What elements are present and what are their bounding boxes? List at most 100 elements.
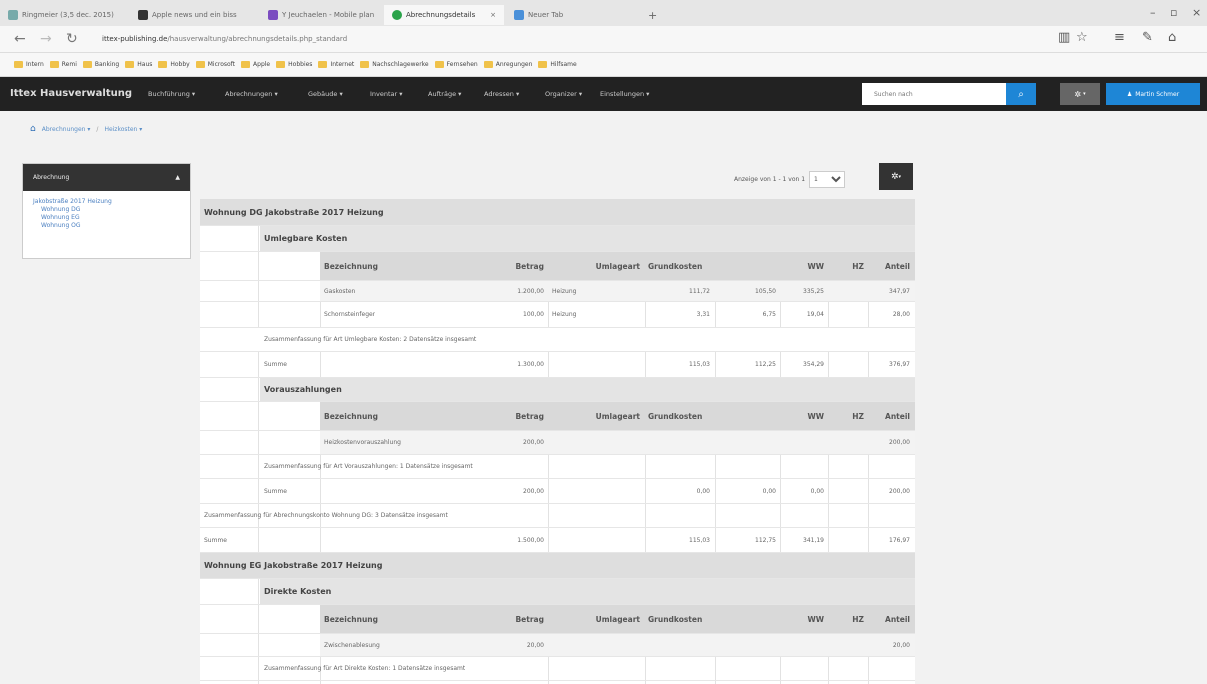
favorite-item[interactable]: Hobbies [276,61,312,68]
col-header[interactable]: HZ [832,252,864,280]
browser-tab[interactable]: Apple news und ein biss [130,5,258,25]
folder-icon [538,61,548,68]
menu-einstellungen[interactable]: Einstellungen ▾ [600,90,649,98]
menu-gebaeude[interactable]: Gebäude ▾ [308,90,343,98]
col-header[interactable]: Anteil [870,605,910,633]
favorite-item[interactable]: Intern [14,61,44,68]
sum-betrag: 1.300,00 [517,361,544,368]
col-header[interactable]: Grundkosten [648,605,702,633]
billing-panel: Abrechnung ▲ Jakobstraße 2017 Heizung Wo… [22,163,191,259]
url-field[interactable]: ittex-publishing.de/hausverwaltung/abrec… [102,31,762,47]
favorite-item[interactable]: Microsoft [195,61,235,68]
browser-tab[interactable]: Ringmeier (3,5 dec. 2015) [0,5,128,25]
folder-icon [195,61,205,68]
favorite-item[interactable]: Nachschlagewerke [360,61,429,68]
panel-link[interactable]: Wohnung EG [33,214,180,222]
table-row[interactable]: Zwischenablesung 20,00 20,00 [200,634,915,657]
favorite-star-icon[interactable]: ☆ [1076,30,1088,45]
menu-auftraege[interactable]: Aufträge ▾ [428,90,461,98]
summary-text: Zusammenfassung für Art Umlegbare Kosten… [264,328,915,351]
col-header[interactable]: Anteil [870,252,910,280]
browser-tab[interactable]: Y Jeuchaelen - Mobile plan [260,5,382,25]
menu-buchfuehrung[interactable]: Buchführung ▾ [148,90,195,98]
menu-adressen[interactable]: Adressen ▾ [484,90,519,98]
collapse-icon[interactable]: ▲ [175,174,180,181]
favorite-item[interactable]: Anregungen [483,61,533,68]
browser-tab[interactable]: Neuer Tab [506,5,636,25]
favorite-item[interactable]: Hobby [158,61,190,68]
col-header[interactable]: HZ [832,402,864,430]
chevron-down-icon: ▾ [898,173,902,180]
section-row: Vorauszahlungen [200,378,915,402]
col-header[interactable]: Betrag [500,402,544,430]
web-note-icon[interactable]: ✎ [1142,30,1153,45]
page-select[interactable]: 1 [809,171,846,188]
col-header[interactable]: Umlageart [560,402,640,430]
home-icon[interactable]: ⌂ [30,124,36,134]
favorite-label: Banking [94,61,120,68]
col-header[interactable]: Betrag [500,605,544,633]
forward-icon[interactable]: → [40,31,52,47]
col-header[interactable]: Anteil [870,402,910,430]
col-header[interactable]: Umlageart [560,252,640,280]
group-row: Wohnung EG Jakobstraße 2017 Heizung [200,553,915,579]
panel-link[interactable]: Jakobstraße 2017 Heizung [33,198,180,206]
panel-link[interactable]: Wohnung OG [33,222,180,230]
breadcrumb-item[interactable]: Heizkosten ▾ [104,126,142,133]
table-row[interactable]: Heizkostenvorauszahlung 200,00 200,00 [200,431,915,455]
sum-label: Summe [204,536,227,544]
settings-dropdown-button[interactable]: ✲ ▾ [1060,83,1100,105]
back-icon[interactable]: ← [14,31,26,47]
close-window-icon[interactable]: × [1192,6,1201,19]
favorite-item[interactable]: Internet [318,61,354,68]
col-header[interactable]: Bezeichnung [324,252,378,280]
col-header[interactable]: Betrag [500,252,544,280]
browser-tab-active[interactable]: Abrechnungsdetails × [384,5,504,25]
tab-label: Y Jeuchaelen - Mobile plan [282,11,375,19]
reading-view-icon[interactable]: ▥ [1058,30,1070,45]
minimize-icon[interactable]: – [1150,6,1156,19]
col-header[interactable]: Bezeichnung [324,605,378,633]
section-title: Umlegbare Kosten [260,226,915,251]
favorite-item[interactable]: Apple [241,61,270,68]
tab-close-icon[interactable]: × [490,11,496,19]
panel-link[interactable]: Wohnung DG [33,206,180,214]
section-title: Vorauszahlungen [260,378,915,401]
menu-organizer[interactable]: Organizer ▾ [545,90,582,98]
col-header[interactable]: Umlageart [560,605,640,633]
hub-icon[interactable]: ≡ [1114,30,1125,45]
user-button[interactable]: ♟ Martin Schmer [1106,83,1200,105]
favorite-item[interactable]: Remi [49,61,77,68]
table-row[interactable]: Schornsteinfeger 100,00 Heizung 3,31 6,7… [200,302,915,328]
favorite-label: Anregungen [495,61,533,68]
section-row: Direkte Kosten [200,579,915,605]
favorite-item[interactable]: Haus [125,61,152,68]
favorite-item[interactable]: Hilfsame [538,61,577,68]
search-button[interactable]: ⌕ [1006,83,1036,105]
breadcrumb-item[interactable]: Abrechnungen ▾ [42,126,91,133]
col-header[interactable]: Grundkosten [648,402,702,430]
col-header[interactable]: Bezeichnung [324,402,378,430]
maximize-icon[interactable]: ▫ [1170,6,1177,19]
panel-header[interactable]: Abrechnung ▲ [23,164,190,191]
col-header[interactable]: WW [784,252,824,280]
search-input[interactable] [862,83,1006,105]
tab-favicon-icon [8,10,18,20]
menu-label: Abrechnungen [225,90,273,98]
refresh-icon[interactable]: ↻ [66,31,78,47]
col-header[interactable]: WW [784,402,824,430]
app-brand[interactable]: Ittex Hausverwaltung [10,88,132,99]
col-header[interactable]: HZ [832,605,864,633]
col-header[interactable]: WW [784,605,824,633]
cell-anteil: 347,97 [889,287,910,295]
table-row[interactable]: Gaskosten 1.200,00 Heizung 111,72 105,50… [200,281,915,302]
favorite-item[interactable]: Fernsehen [434,61,478,68]
table-tools-button[interactable]: ✲ ▾ [879,163,913,190]
menu-abrechnungen[interactable]: Abrechnungen ▾ [225,90,278,98]
menu-inventar[interactable]: Inventar ▾ [370,90,403,98]
new-tab-button[interactable]: + [640,5,660,25]
favorite-item[interactable]: Banking [82,61,120,68]
col-header[interactable]: Grundkosten [648,252,702,280]
menu-label: Adressen [484,90,514,98]
share-icon[interactable]: ⌂ [1168,30,1176,45]
